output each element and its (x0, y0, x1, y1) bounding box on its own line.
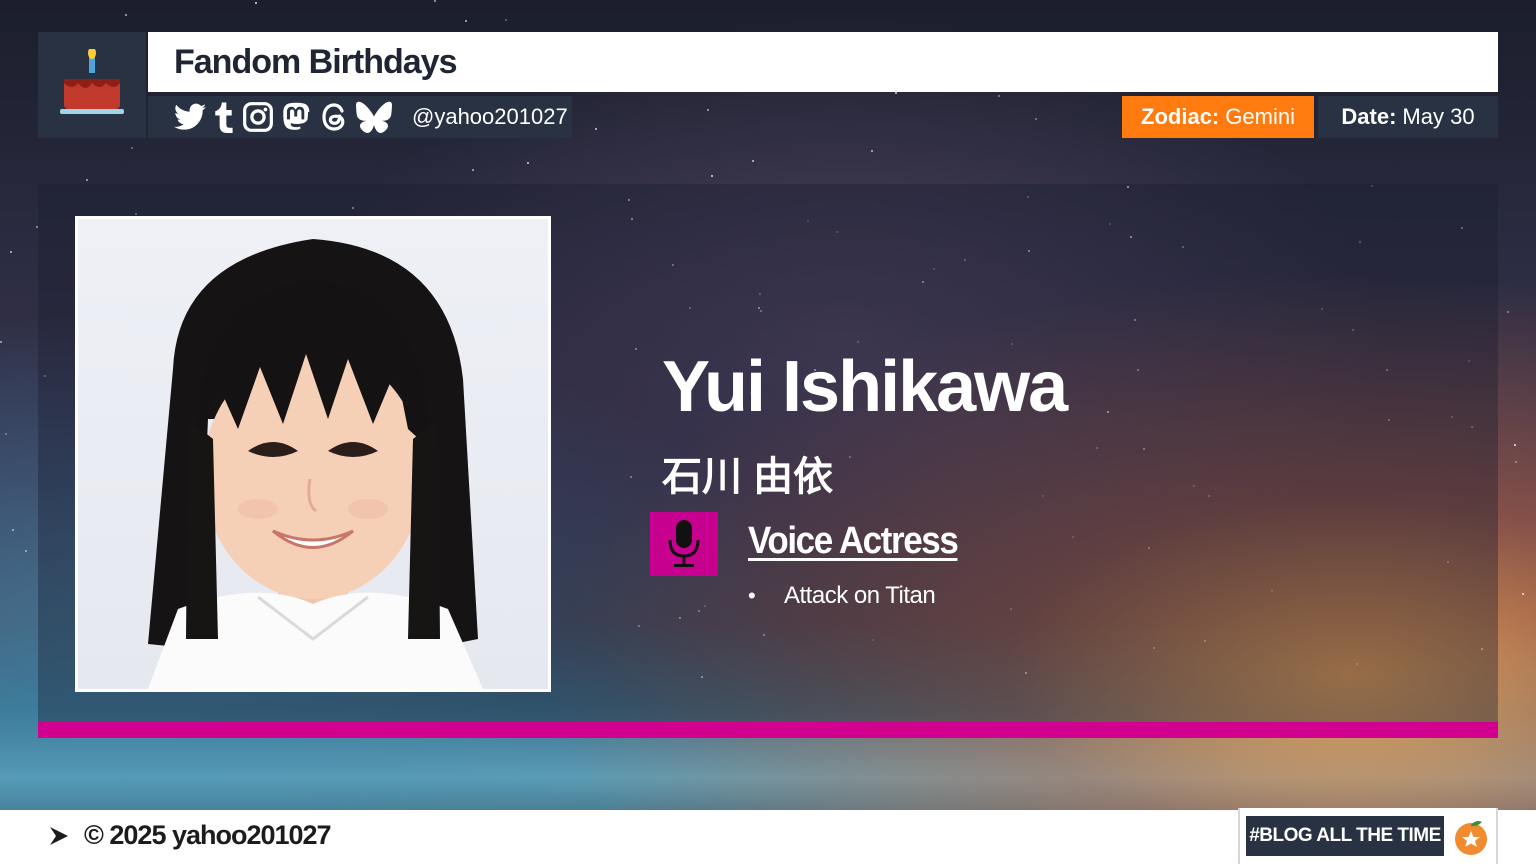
microphone-icon (668, 520, 700, 567)
role-icon-box (650, 512, 718, 576)
tumblr-icon[interactable] (212, 101, 236, 133)
social-handle[interactable]: @yahoo201027 (412, 104, 568, 130)
profile-photo (75, 216, 551, 692)
bluesky-icon[interactable] (356, 101, 392, 133)
cake-icon (60, 49, 124, 114)
star-dot (131, 147, 133, 149)
arrow-right-icon (50, 826, 68, 845)
date-label: Date: (1341, 104, 1397, 129)
work-title: Attack on Titan (784, 582, 936, 609)
star-dot (10, 251, 12, 253)
star-dot (711, 175, 713, 177)
mastodon-icon[interactable] (280, 101, 312, 133)
works-list: • Attack on Titan (748, 582, 936, 610)
person-native-name: 石川 由依 (662, 455, 834, 499)
zodiac-badge: Zodiac: Gemini (1122, 96, 1314, 138)
star-dot (12, 529, 14, 531)
social-links-bar: @yahoo201027 (148, 96, 572, 138)
page-title: Fandom Birthdays (174, 42, 457, 81)
birthday-cake-logo (38, 32, 146, 138)
star-dot (527, 162, 529, 164)
person-name: Yui Ishikawa (662, 347, 1068, 427)
copyright-text: © 2025 yahoo201027 (84, 820, 332, 850)
star-dot (0, 341, 2, 343)
footer-copyright: © 2025 yahoo201027 (48, 820, 332, 851)
star-dot (125, 14, 127, 16)
bullet-icon: • (748, 583, 756, 608)
star-dot (871, 150, 873, 152)
portrait-illustration (148, 239, 483, 689)
blog-hashtag[interactable]: #BLOG ALL THE TIME (1246, 816, 1444, 856)
star-dot (595, 128, 597, 130)
star-dot (465, 20, 467, 22)
star-dot (707, 109, 709, 111)
threads-icon[interactable] (318, 101, 350, 133)
star-dot (5, 433, 7, 435)
star-dot (1035, 118, 1037, 120)
star-dot (1522, 593, 1524, 595)
zodiac-value: Gemini (1225, 104, 1295, 129)
star-dot (86, 179, 88, 181)
twitter-icon[interactable] (174, 103, 206, 131)
accent-divider (38, 722, 1498, 738)
works-list-item: • Attack on Titan (748, 582, 936, 610)
star-dot (255, 2, 257, 4)
zodiac-label: Zodiac: (1141, 104, 1220, 129)
instagram-icon[interactable] (242, 101, 274, 133)
star-dot (1507, 311, 1509, 313)
star-dot (505, 19, 507, 21)
title-bar: Fandom Birthdays (148, 32, 1498, 92)
star-dot (752, 160, 754, 162)
date-badge: Date: May 30 (1318, 96, 1498, 138)
star-dot (1514, 444, 1516, 446)
star-dot (472, 169, 474, 171)
star-dot (998, 95, 1000, 97)
peach-logo-icon (1455, 821, 1487, 855)
star-dot (434, 0, 436, 2)
star-dot (25, 550, 27, 552)
star-dot (895, 92, 897, 94)
star-dot (1515, 461, 1517, 463)
role-title[interactable]: Voice Actress (748, 520, 959, 563)
date-value: May 30 (1402, 104, 1475, 129)
